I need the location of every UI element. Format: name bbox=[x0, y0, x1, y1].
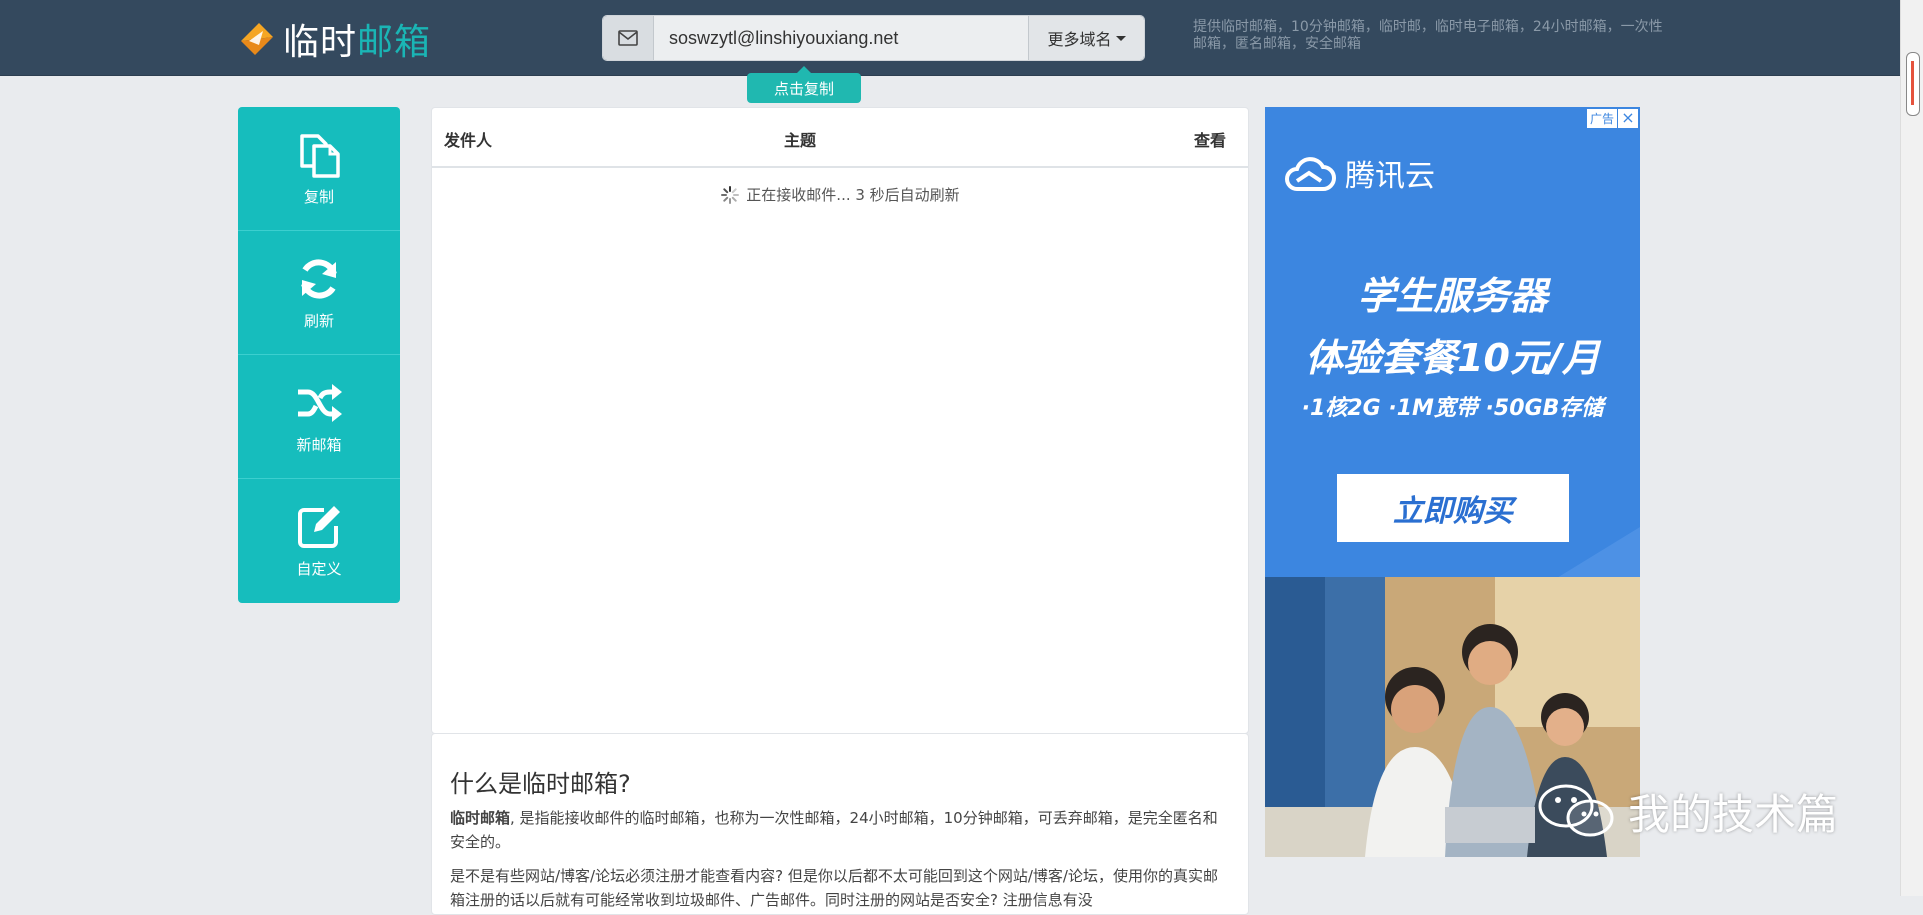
column-subject: 主题 bbox=[784, 131, 817, 150]
ad-brand: 腾讯云 bbox=[1283, 151, 1435, 195]
inbox-status-text: 正在接收邮件... 3 秒后自动刷新 bbox=[746, 186, 960, 204]
refresh-button-label: 刷新 bbox=[303, 312, 334, 330]
logo-icon bbox=[241, 23, 273, 55]
page-scrollbar[interactable] bbox=[1900, 0, 1923, 896]
new-mailbox-button-label: 新邮箱 bbox=[296, 436, 342, 454]
email-address-field[interactable] bbox=[654, 16, 1028, 60]
scrollbar-thumb[interactable] bbox=[1906, 52, 1920, 116]
more-domains-label: 更多域名 bbox=[1047, 30, 1112, 49]
site-logo[interactable]: 临时 邮箱 bbox=[237, 17, 431, 63]
copy-button-label: 复制 bbox=[303, 188, 334, 206]
top-navbar: 临时邮箱 更多域名 提供临时邮箱，10分钟邮箱，临时邮，临时电子邮箱，24小时邮… bbox=[0, 0, 1900, 76]
logo-text-accent: 邮箱 bbox=[357, 22, 432, 63]
ad-features: ·1核2G ·1M宽带 ·50GB存储 bbox=[1301, 396, 1604, 421]
column-view: 查看 bbox=[1193, 131, 1226, 150]
info-panel: 什么是临时邮箱? 临时邮箱, 是指能接收邮件的临时邮箱，也称为一次性邮箱，24小… bbox=[431, 733, 1249, 915]
new-mailbox-button[interactable]: 新邮箱 bbox=[238, 355, 400, 479]
envelope-icon bbox=[603, 16, 654, 60]
copy-button[interactable]: 复制 bbox=[238, 107, 400, 231]
tencent-cloud-icon bbox=[1285, 157, 1336, 191]
column-sender: 发件人 bbox=[444, 131, 493, 150]
inbox-header-row: 发件人 主题 查看 bbox=[432, 108, 1248, 168]
more-domains-dropdown[interactable]: 更多域名 bbox=[1028, 16, 1144, 60]
wechat-icon bbox=[1538, 784, 1614, 837]
refresh-button[interactable]: 刷新 bbox=[238, 231, 400, 355]
loading-spinner-icon bbox=[721, 185, 740, 204]
info-term: 临时邮箱 bbox=[450, 809, 511, 827]
info-title: 什么是临时邮箱? bbox=[450, 770, 631, 798]
inbox-panel: 发件人 主题 查看 正在接收邮件... 3 秒后自动刷新 bbox=[431, 107, 1249, 734]
ad-buy-now-button[interactable]: 立即购买 bbox=[1337, 474, 1569, 542]
ad-label: 广告 bbox=[1585, 108, 1618, 129]
custom-mailbox-button[interactable]: 自定义 bbox=[238, 479, 400, 602]
info-paragraph-1: 临时邮箱, 是指能接收邮件的临时邮箱，也称为一次性邮箱，24小时邮箱，10分钟邮… bbox=[450, 806, 1226, 854]
wechat-watermark: 我的技术篇 bbox=[1534, 780, 1838, 842]
shuffle-icon bbox=[298, 384, 342, 422]
ad-headline-1: 学生服务器 bbox=[1357, 274, 1548, 318]
info-paragraph-1-text: , 是指能接收邮件的临时邮箱，也称为一次性邮箱，24小时邮箱，10分钟邮箱，可丢… bbox=[450, 809, 1218, 851]
caret-down-icon bbox=[1115, 35, 1126, 41]
info-paragraph-2: 是不是有些网站/博客/论坛必须注册才能查看内容? 但是你以后都不太可能回到这个网… bbox=[450, 867, 1218, 909]
click-to-copy-tooltip[interactable]: 点击复制 bbox=[747, 66, 861, 103]
action-sidebar: 复制 刷新 新邮箱 自定义 bbox=[238, 107, 400, 603]
inbox-status: 正在接收邮件... 3 秒后自动刷新 bbox=[432, 184, 1248, 205]
custom-mailbox-button-label: 自定义 bbox=[296, 560, 342, 578]
ad-headline-2: 体验套餐10元/月 bbox=[1305, 336, 1600, 380]
ad-close-button[interactable]: × bbox=[1617, 108, 1639, 129]
ad-brand-name: 腾讯云 bbox=[1345, 159, 1435, 194]
edit-icon bbox=[298, 506, 340, 548]
site-description: 提供临时邮箱，10分钟邮箱，临时邮，临时电子邮箱，24小时邮箱，一次性邮箱，匿名… bbox=[1193, 19, 1663, 52]
logo-text-primary: 临时 bbox=[283, 22, 358, 63]
watermark-text: 我的技术篇 bbox=[1628, 789, 1839, 839]
refresh-icon bbox=[301, 259, 337, 299]
advertisement[interactable]: 广告 × 腾讯云 学生服务器 体验套餐10元/月 ·1核2G ·1M宽带 ·50… bbox=[1265, 107, 1640, 857]
copy-icon bbox=[300, 134, 340, 178]
email-address-group: 更多域名 bbox=[603, 16, 1144, 60]
